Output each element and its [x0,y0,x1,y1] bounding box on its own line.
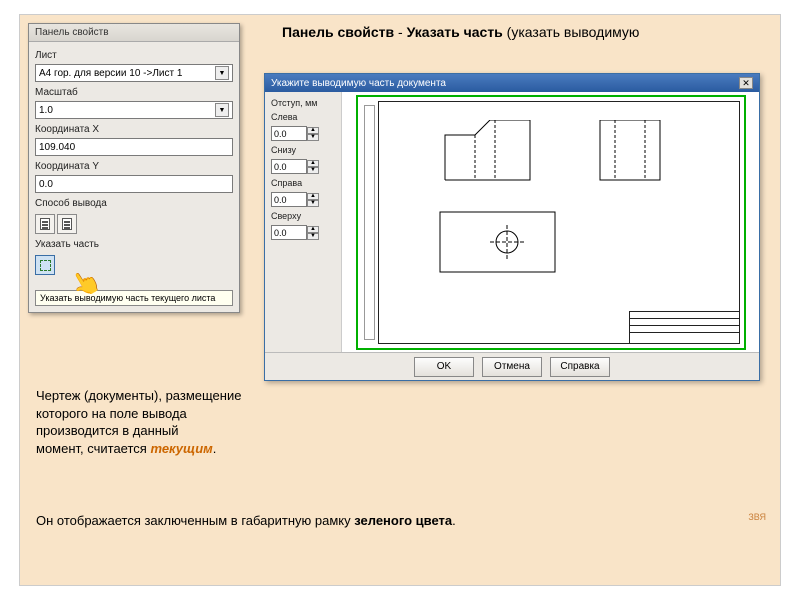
help-button[interactable]: Справка [550,357,610,377]
step-up-icon[interactable]: ▲ [307,127,319,134]
highlight-current: текущим [150,441,212,456]
step-up-icon[interactable]: ▲ [307,226,319,233]
bottom-margin-input[interactable]: ▲▼ [271,159,335,174]
sheet-frame [378,101,740,344]
heading-b2: Указать часть [407,24,503,40]
chevron-down-icon[interactable]: ▼ [215,66,229,80]
scale-value: 1.0 [39,105,53,116]
right-margin-input[interactable]: ▲▼ [271,192,335,207]
preview-area [342,92,759,352]
specify-part-button[interactable] [35,255,55,275]
coordy-label: Координата Y [35,161,233,172]
margins-group: Отступ, мм Слева ▲▼ Снизу ▲▼ Справа ▲▼ С… [265,92,342,352]
dialog-buttons: OK Отмена Справка [265,352,759,380]
top-margin-input[interactable]: ▲▼ [271,225,335,240]
highlight-green: зеленого цвета [354,513,452,528]
bottom-margin-label: Снизу [271,145,335,155]
dialog-body: Отступ, мм Слева ▲▼ Снизу ▲▼ Справа ▲▼ С… [265,92,759,352]
part-label: Указать часть [35,239,233,250]
properties-panel: Панель свойств Лист A4 гор. для версии 1… [28,23,240,313]
right-margin-label: Справа [271,178,335,188]
panel-title: Панель свойств [29,24,239,42]
scale-select[interactable]: 1.0 ▼ [35,101,233,119]
sheet-value: A4 гор. для версии 10 ->Лист 1 [39,68,182,79]
output-mode-label: Способ вывода [35,198,233,209]
slide-canvas: Панель свойств Лист A4 гор. для версии 1… [19,14,781,586]
coordx-label: Координата X [35,124,233,135]
cancel-button[interactable]: Отмена [482,357,542,377]
tooltip: Указать выводимую часть текущего листа [35,290,233,306]
scale-label: Масштаб [35,87,233,98]
step-down-icon[interactable]: ▼ [307,134,319,141]
slide-heading: Панель свойств - Указать часть (указать … [282,23,732,42]
close-icon: ✕ [742,78,750,89]
panel-body: Лист A4 гор. для версии 10 ->Лист 1 ▼ Мас… [29,42,239,312]
drawing-views [405,112,729,301]
side-view-icon [595,120,670,190]
title-block [629,311,739,343]
margins-label: Отступ, мм [271,98,335,108]
selection-icon [40,260,51,271]
step-down-icon[interactable]: ▼ [307,233,319,240]
body-paragraph-2: Он отображается заключенным в габаритную… [36,513,596,528]
output-part-dialog: Укажите выводимую часть документа ✕ Отст… [264,73,760,381]
sheet-select[interactable]: A4 гор. для версии 10 ->Лист 1 ▼ [35,64,233,82]
drawing-sheet [356,95,746,350]
top-view-icon [435,207,565,282]
step-up-icon[interactable]: ▲ [307,193,319,200]
left-margin-input[interactable]: ▲▼ [271,126,335,141]
front-view-icon [435,120,545,190]
heading-b1: Панель свойств [282,24,394,40]
page-icon [40,218,50,230]
ok-button[interactable]: OK [414,357,474,377]
output-all-pages-button[interactable] [35,214,55,234]
left-margin-label: Слева [271,112,335,122]
coordx-input[interactable] [35,138,233,156]
body-paragraph-1: Чертеж (документы), размещение которого … [36,387,246,457]
page-icon [62,218,72,230]
output-single-page-button[interactable] [57,214,77,234]
coordy-input[interactable] [35,175,233,193]
step-down-icon[interactable]: ▼ [307,200,319,207]
step-down-icon[interactable]: ▼ [307,167,319,174]
step-up-icon[interactable]: ▲ [307,160,319,167]
sheet-label: Лист [35,50,233,61]
top-margin-label: Сверху [271,211,335,221]
dialog-title: Укажите выводимую часть документа [271,78,446,89]
author-mark: ЗВЯ [748,512,766,522]
sheet-side-text [364,105,375,340]
close-button[interactable]: ✕ [739,77,753,89]
dialog-titlebar: Укажите выводимую часть документа ✕ [265,74,759,92]
chevron-down-icon[interactable]: ▼ [215,103,229,117]
